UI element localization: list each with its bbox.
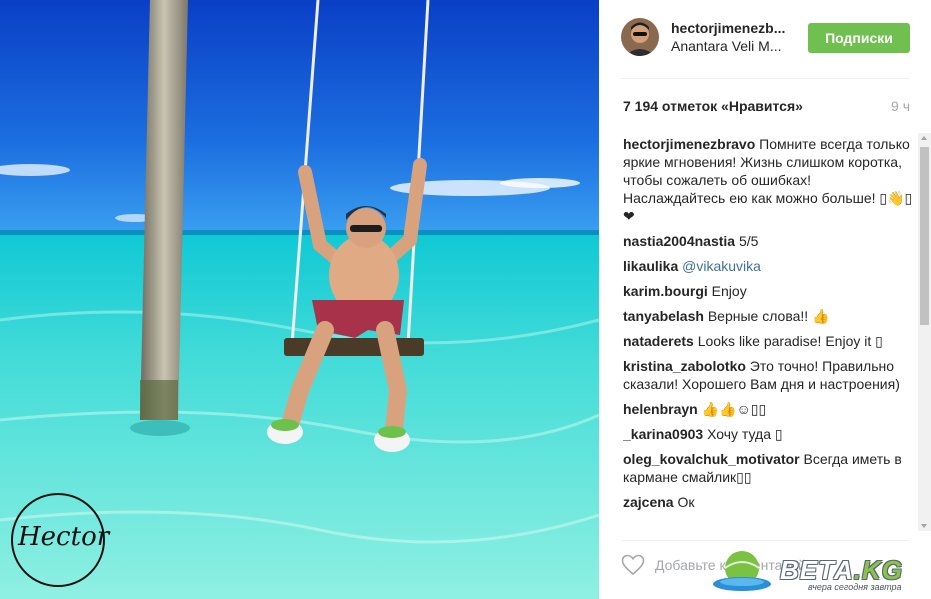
- comment-username[interactable]: tanyabelash: [623, 308, 704, 324]
- comment-text: Enjoy: [707, 283, 747, 299]
- comment-username[interactable]: _karina0903: [623, 426, 703, 442]
- comment-username[interactable]: nastia2004nastia: [623, 233, 735, 249]
- comment-text: Looks like paradise! Enjoy it ▯: [693, 333, 883, 349]
- scroll-thumb[interactable]: [920, 147, 929, 325]
- comment-text: 👍👍☺▯▯: [697, 401, 767, 417]
- scroll-down-arrow-icon[interactable]: [921, 524, 927, 528]
- comment-item: tanyabelash Верные слова!! 👍: [623, 307, 913, 325]
- post-photo[interactable]: Hector: [0, 0, 599, 599]
- comment-item: kristina_zabolotko Это точно! Правильно …: [623, 357, 913, 393]
- avatar[interactable]: [621, 18, 659, 56]
- heart-outline-icon[interactable]: [621, 554, 645, 576]
- likes-count[interactable]: 7 194 отметок «Нравится»: [623, 98, 803, 114]
- divider: [621, 78, 910, 79]
- globe-logo-icon: [713, 551, 771, 591]
- post-header: hectorjimenezb... Anantara Veli M... Под…: [599, 0, 931, 78]
- comment-text: Хочу туда ▯: [703, 426, 783, 442]
- watermark-tagline: вчера сегодня завтра: [808, 582, 902, 592]
- divider: [621, 540, 910, 541]
- comment-text: 5/5: [735, 233, 759, 249]
- scroll-up-arrow-icon[interactable]: [921, 136, 927, 140]
- comment-item: helenbrayn 👍👍☺▯▯: [623, 400, 913, 418]
- comment-username[interactable]: kristina_zabolotko: [623, 358, 746, 374]
- post-location[interactable]: Anantara Veli M...: [671, 38, 782, 54]
- post-timestamp[interactable]: 9 ч: [891, 98, 910, 114]
- avatar-image: [621, 18, 659, 56]
- comment-text: Ок: [673, 494, 695, 510]
- comments-scrollbar[interactable]: [918, 133, 931, 531]
- comment-item: _karina0903 Хочу туда ▯: [623, 425, 913, 443]
- comment-username[interactable]: nataderets: [623, 333, 694, 349]
- comment-username[interactable]: oleg_kovalchuk_motivator: [623, 451, 800, 467]
- watermark: ВЕТА.KG вчера сегодня завтра: [712, 548, 931, 599]
- comment-username[interactable]: likaulika: [623, 258, 678, 274]
- comment-item: nataderets Looks like paradise! Enjoy it…: [623, 332, 913, 350]
- post-sidebar: hectorjimenezb... Anantara Veli M... Под…: [599, 0, 931, 599]
- comment-username[interactable]: zajcena: [623, 494, 674, 510]
- comment-item: oleg_kovalchuk_motivator Всегда иметь в …: [623, 450, 913, 486]
- comment-item: zajcena Ок: [623, 493, 913, 511]
- comment-item: hectorjimenezbravo Помните всегда только…: [623, 135, 913, 225]
- comment-item: karim.bourgi Enjoy: [623, 282, 913, 300]
- signature-logo: Hector: [18, 522, 110, 552]
- comment-mention[interactable]: @vikakuvika: [682, 258, 761, 274]
- comments-list: hectorjimenezbravo Помните всегда только…: [623, 135, 913, 531]
- watermark-brand-main: ВЕТА: [780, 555, 854, 585]
- post-image: [0, 0, 599, 599]
- comment-username[interactable]: helenbrayn: [623, 401, 698, 417]
- comment-text: Верные слова!! 👍: [703, 308, 830, 324]
- comment-item: nastia2004nastia 5/5: [623, 232, 913, 250]
- comment-username[interactable]: hectorjimenezbravo: [623, 136, 755, 152]
- follow-button[interactable]: Подписки: [808, 23, 910, 53]
- watermark-brand-domain: .KG: [853, 555, 904, 585]
- post-username[interactable]: hectorjimenezb...: [671, 20, 785, 36]
- comment-item: likaulika @vikakuvika: [623, 257, 913, 275]
- comment-username[interactable]: karim.bourgi: [623, 283, 708, 299]
